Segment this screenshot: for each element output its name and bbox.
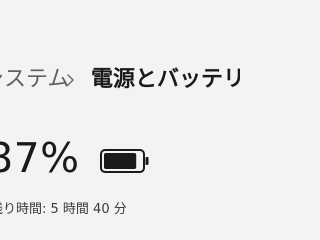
breadcrumb-item-system[interactable]: システム [0, 66, 69, 94]
window-titlebar [0, 0, 240, 28]
page-title: 電源とバッテリー [91, 67, 240, 92]
battery-remaining-time: 残り時間: 5 時間 40 分 [0, 202, 127, 217]
battery-icon [99, 147, 153, 175]
chevron-right-icon [64, 70, 78, 90]
breadcrumb: システム 電源とバッテリー [0, 58, 240, 102]
battery-fill [104, 153, 137, 169]
battery-status: 87% [0, 128, 240, 188]
battery-percentage: 87% [0, 134, 80, 182]
